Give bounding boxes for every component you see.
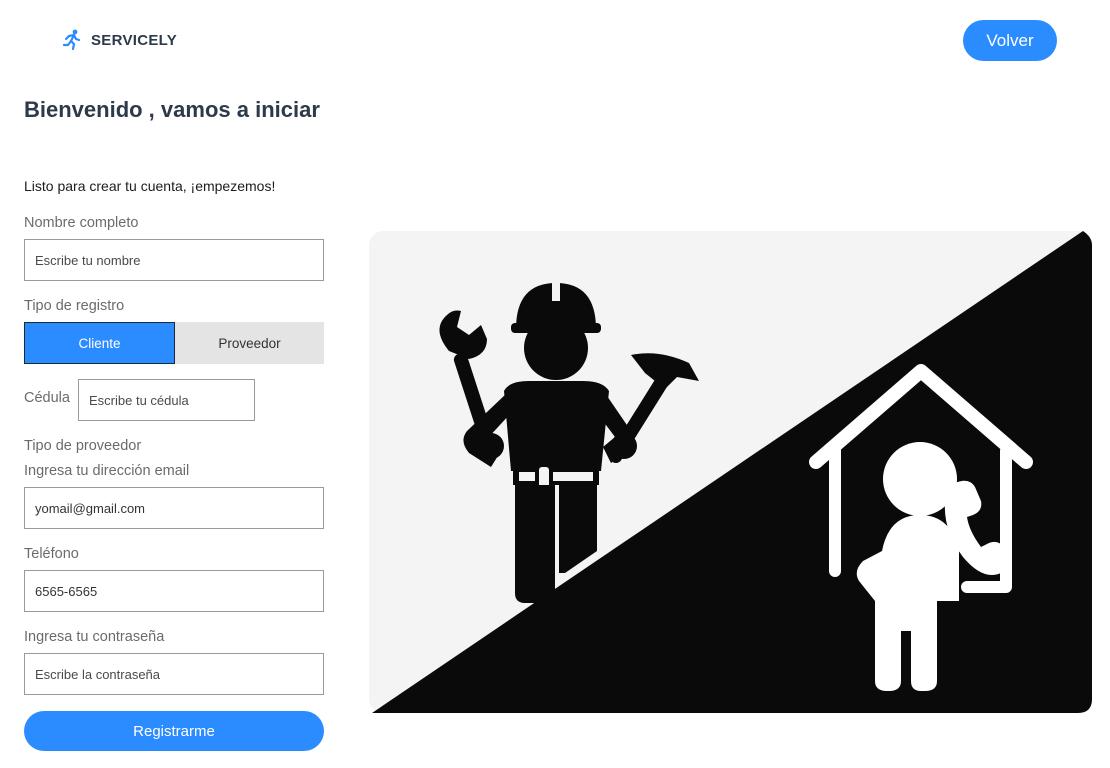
phone-label: Teléfono: [24, 546, 79, 562]
phone-input[interactable]: [24, 570, 324, 612]
tab-proveedor[interactable]: Proveedor: [175, 322, 324, 364]
password-label: Ingresa tu contraseña: [24, 629, 165, 645]
tab-cliente[interactable]: Cliente: [24, 322, 175, 364]
registration-type-toggle: Cliente Proveedor: [24, 322, 324, 364]
email-input[interactable]: [24, 487, 324, 529]
brand-logo[interactable]: SERVICELY: [62, 29, 177, 51]
page-subtitle: Listo para crear tu cuenta, ¡empezemos!: [24, 178, 276, 194]
registration-type-label: Tipo de registro: [24, 298, 125, 314]
cedula-input[interactable]: [78, 379, 255, 421]
name-input[interactable]: [24, 239, 324, 281]
name-label: Nombre completo: [24, 215, 139, 231]
hero-illustration: [369, 231, 1092, 713]
provider-type-label: Tipo de proveedor: [24, 438, 142, 454]
password-input[interactable]: [24, 653, 324, 695]
running-person-icon: [62, 29, 82, 51]
register-button[interactable]: Registrarme: [24, 711, 324, 751]
cedula-label: Cédula: [24, 390, 70, 406]
page-title: Bienvenido , vamos a iniciar: [24, 97, 320, 122]
back-button[interactable]: Volver: [963, 20, 1057, 61]
email-label: Ingresa tu dirección email: [24, 463, 190, 479]
brand-name: SERVICELY: [91, 31, 178, 49]
